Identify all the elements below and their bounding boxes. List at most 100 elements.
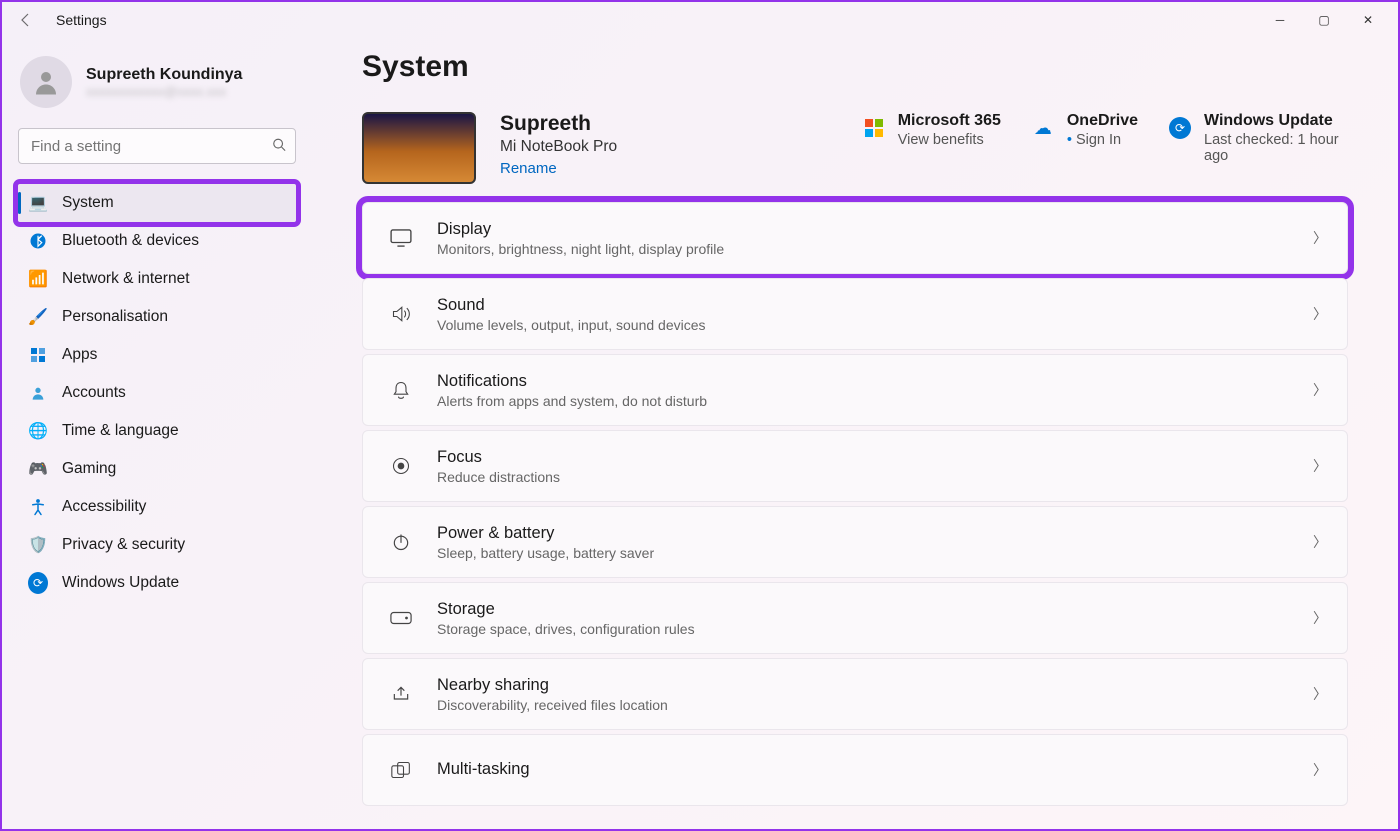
chevron-right-icon: 〉 [1313, 760, 1327, 780]
bluetooth-icon [28, 231, 48, 251]
user-name: Supreeth Koundinya [86, 66, 242, 84]
chevron-right-icon: 〉 [1313, 684, 1327, 704]
onedrive-icon: ☁ [1031, 116, 1055, 140]
status-sub: Last checked: 1 hour ago [1204, 132, 1348, 164]
sidebar-item-accounts[interactable]: Accounts [18, 374, 296, 412]
share-icon [383, 684, 419, 704]
titlebar: Settings ─ ▢ ✕ [2, 2, 1398, 38]
content: System Supreeth Mi NoteBook Pro Rename M… [312, 38, 1398, 829]
sidebar-item-label: Personalisation [62, 308, 168, 326]
focus-icon [383, 456, 419, 476]
display-icon [383, 229, 419, 247]
chevron-right-icon: 〉 [1313, 228, 1327, 248]
card-sub: Monitors, brightness, night light, displ… [437, 241, 1313, 257]
sidebar-item-label: Time & language [62, 422, 179, 440]
status-sub: View benefits [898, 132, 1001, 148]
update-icon: ⟳ [28, 573, 48, 593]
header-row: Supreeth Mi NoteBook Pro Rename Microsof… [362, 112, 1348, 184]
sidebar-item-privacy[interactable]: 🛡️ Privacy & security [18, 526, 296, 564]
power-icon [383, 532, 419, 552]
sidebar-item-bluetooth[interactable]: Bluetooth & devices [18, 222, 296, 260]
settings-cards: Display Monitors, brightness, night light… [362, 202, 1348, 806]
card-display[interactable]: Display Monitors, brightness, night light… [362, 202, 1348, 274]
bell-icon [383, 379, 419, 401]
chevron-right-icon: 〉 [1313, 304, 1327, 324]
card-sub: Alerts from apps and system, do not dist… [437, 393, 1313, 409]
shield-icon: 🛡️ [28, 535, 48, 555]
rename-link[interactable]: Rename [500, 160, 557, 177]
gamepad-icon: 🎮 [28, 459, 48, 479]
arrow-left-icon [18, 12, 34, 28]
sound-icon [383, 304, 419, 324]
status-windows-update[interactable]: ⟳ Windows UpdateLast checked: 1 hour ago [1168, 112, 1348, 164]
card-storage[interactable]: StorageStorage space, drives, configurat… [362, 582, 1348, 654]
status-title: Windows Update [1204, 112, 1348, 130]
card-title: Power & battery [437, 524, 1313, 543]
person-icon [28, 383, 48, 403]
card-multitasking[interactable]: Multi-tasking 〉 [362, 734, 1348, 806]
card-title: Display [437, 220, 1313, 239]
nav-list: 💻 System Bluetooth & devices 📶Network & i… [18, 184, 296, 602]
sidebar-item-label: Privacy & security [62, 536, 185, 554]
card-focus[interactable]: Focus Reduce distractions 〉 [362, 430, 1348, 502]
card-title: Notifications [437, 372, 1313, 391]
user-block[interactable]: Supreeth Koundinya xxxxxxxxxxxx@xxxx.xxx [18, 46, 296, 124]
card-sub: Discoverability, received files location [437, 697, 1313, 713]
sidebar-item-label: Accounts [62, 384, 126, 402]
sidebar-item-label: Windows Update [62, 574, 179, 592]
card-title: Focus [437, 448, 1313, 467]
card-notifications[interactable]: Notifications Alerts from apps and system… [362, 354, 1348, 426]
card-sound[interactable]: Sound Volume levels, output, input, sound… [362, 278, 1348, 350]
card-sub: Storage space, drives, configuration rul… [437, 621, 1313, 637]
device-info: Supreeth Mi NoteBook Pro Rename [500, 112, 617, 178]
person-icon [31, 67, 61, 97]
chevron-right-icon: 〉 [1313, 608, 1327, 628]
search-input[interactable] [18, 128, 296, 164]
chevron-right-icon: 〉 [1313, 380, 1327, 400]
chevron-right-icon: 〉 [1313, 456, 1327, 476]
card-sub: Volume levels, output, input, sound devi… [437, 317, 1313, 333]
sidebar-item-personalisation[interactable]: 🖌️ Personalisation [18, 298, 296, 336]
sidebar-item-label: Accessibility [62, 498, 146, 516]
sidebar-item-apps[interactable]: Apps [18, 336, 296, 374]
multitasking-icon [383, 761, 419, 779]
sidebar-item-gaming[interactable]: 🎮 Gaming [18, 450, 296, 488]
sidebar-item-network[interactable]: 📶Network & internet [18, 260, 296, 298]
card-title: Multi-tasking [437, 760, 1313, 779]
card-nearby-sharing[interactable]: Nearby sharing Discoverability, received … [362, 658, 1348, 730]
sidebar-item-update[interactable]: ⟳ Windows Update [18, 564, 296, 602]
maximize-button[interactable]: ▢ [1306, 6, 1342, 34]
system-icon: 💻 [28, 193, 48, 213]
status-ms365[interactable]: Microsoft 365 View benefits [862, 112, 1001, 164]
window-title: Settings [56, 12, 107, 28]
status-group: Microsoft 365 View benefits ☁ OneDrive •Si… [862, 112, 1348, 164]
status-title: Microsoft 365 [898, 112, 1001, 130]
user-email: xxxxxxxxxxxx@xxxx.xxx [86, 84, 242, 99]
sidebar-item-system[interactable]: 💻 System [18, 184, 296, 222]
sidebar-item-accessibility[interactable]: Accessibility [18, 488, 296, 526]
status-title: OneDrive [1067, 112, 1138, 130]
microsoft-365-icon [862, 116, 886, 140]
card-title: Nearby sharing [437, 676, 1313, 695]
sidebar: Supreeth Koundinya xxxxxxxxxxxx@xxxx.xxx… [2, 38, 312, 829]
sidebar-item-label: System [62, 194, 114, 212]
card-sub: Sleep, battery usage, battery saver [437, 545, 1313, 561]
sidebar-item-label: Apps [62, 346, 97, 364]
sidebar-item-time-language[interactable]: 🌐Time & language [18, 412, 296, 450]
minimize-button[interactable]: ─ [1262, 6, 1298, 34]
window-controls: ─ ▢ ✕ [1262, 6, 1386, 34]
storage-icon [383, 611, 419, 625]
back-button[interactable] [14, 8, 38, 32]
device-model: Mi NoteBook Pro [500, 138, 617, 156]
close-button[interactable]: ✕ [1350, 6, 1386, 34]
search-icon [272, 138, 286, 155]
status-onedrive[interactable]: ☁ OneDrive •Sign In [1031, 112, 1138, 164]
sidebar-item-label: Bluetooth & devices [62, 232, 199, 250]
device-thumbnail[interactable] [362, 112, 476, 184]
brush-icon: 🖌️ [28, 307, 48, 327]
sidebar-item-label: Gaming [62, 460, 116, 478]
status-sub: •Sign In [1067, 132, 1138, 148]
card-power[interactable]: Power & battery Sleep, battery usage, bat… [362, 506, 1348, 578]
card-title: Sound [437, 296, 1313, 315]
card-sub: Reduce distractions [437, 469, 1313, 485]
